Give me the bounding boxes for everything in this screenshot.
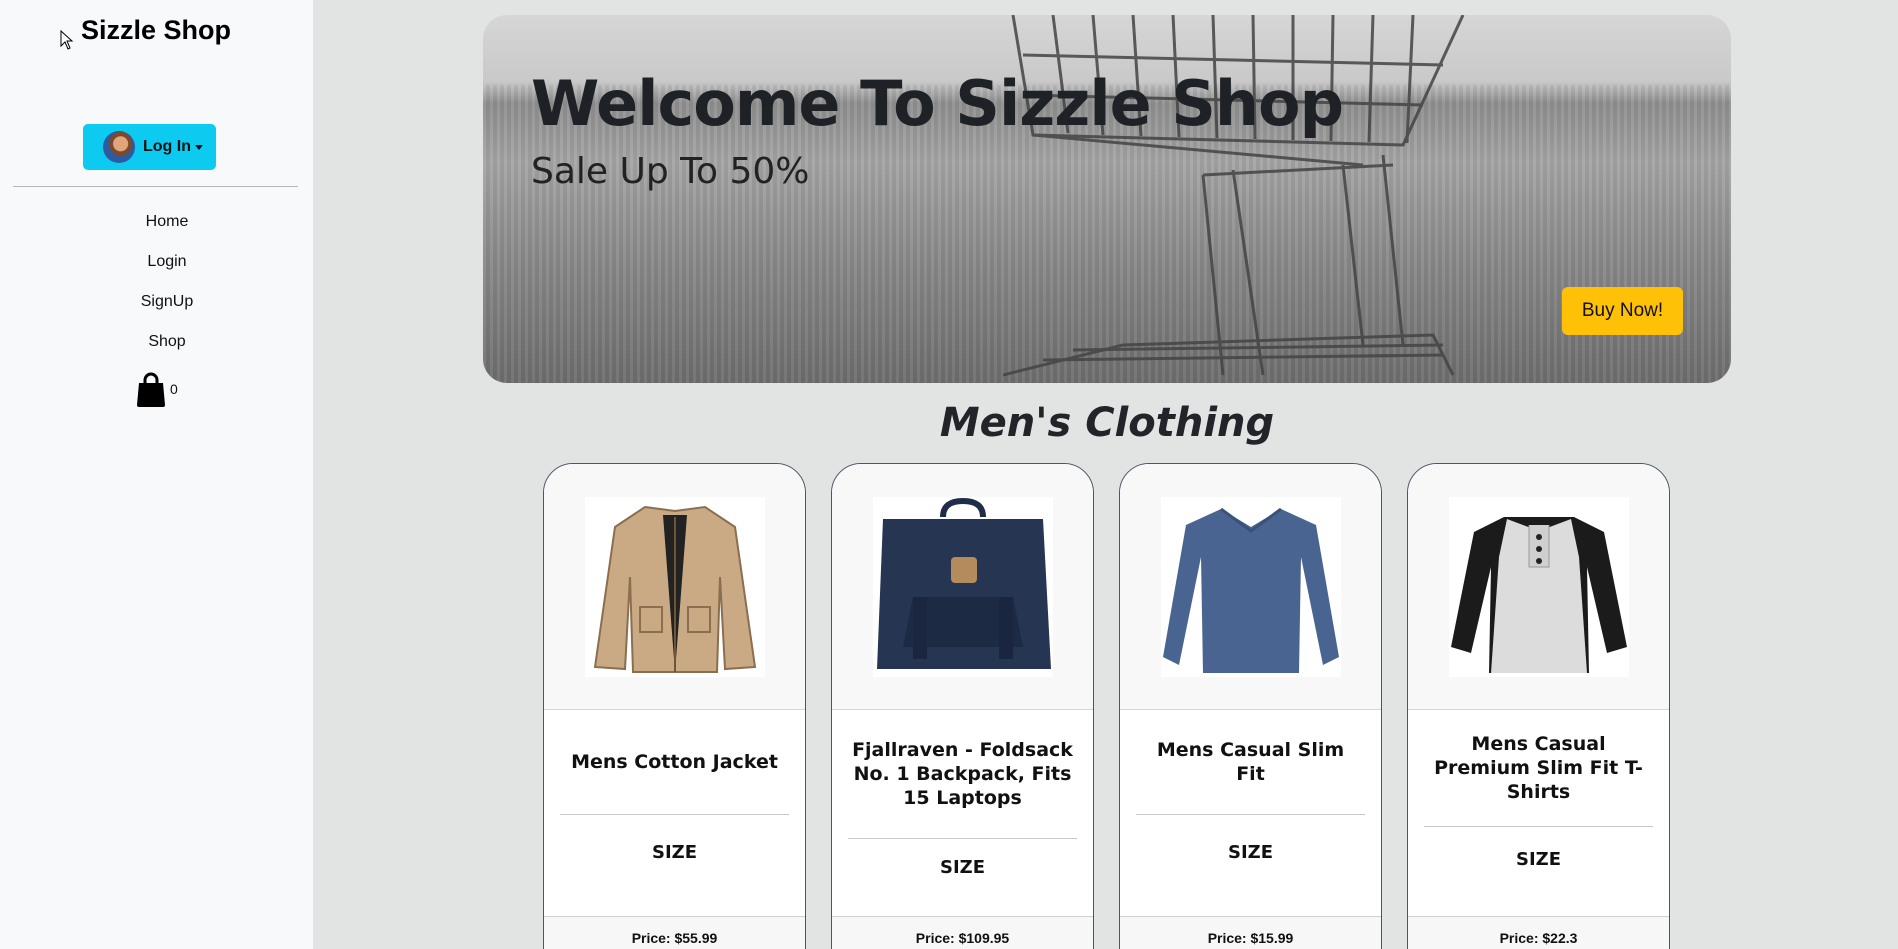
size-label: SIZE bbox=[1515, 849, 1561, 870]
product-image-area bbox=[1408, 464, 1669, 710]
hero-title: Welcome To Sizzle Shop bbox=[531, 67, 1344, 140]
product-image[interactable] bbox=[584, 496, 765, 677]
product-image-area bbox=[544, 464, 805, 710]
buy-now-button[interactable]: Buy Now! bbox=[1562, 287, 1683, 335]
card-footer: Price: $15.99 bbox=[1120, 916, 1381, 949]
size-label: SIZE bbox=[1227, 842, 1273, 863]
product-card[interactable]: Mens Casual Slim Fit SIZE Price: $15.99 bbox=[1119, 463, 1382, 949]
cart-link[interactable]: 0 bbox=[135, 371, 178, 407]
product-title: Fjallraven - Foldsack No. 1 Backpack, Fi… bbox=[852, 739, 1073, 809]
product-card[interactable]: Mens Casual Premium Slim Fit T-Shirts SI… bbox=[1407, 463, 1670, 949]
sidebar: Sizzle Shop Log In Home Login SignUp Sho… bbox=[0, 0, 314, 949]
shopping-bag-icon bbox=[137, 372, 165, 407]
product-image[interactable] bbox=[1160, 496, 1341, 677]
size-label: SIZE bbox=[939, 857, 985, 878]
section-title: Men's Clothing bbox=[939, 400, 1275, 446]
product-price: Price: $15.99 bbox=[1207, 930, 1294, 946]
card-footer: Price: $22.3 bbox=[1408, 916, 1669, 949]
card-footer: Price: $109.95 bbox=[832, 916, 1093, 949]
card-divider bbox=[1136, 814, 1365, 815]
product-image[interactable] bbox=[1448, 496, 1629, 677]
product-image[interactable] bbox=[872, 496, 1053, 677]
login-dropdown-button[interactable]: Log In bbox=[83, 124, 216, 170]
caret-down-icon bbox=[194, 144, 203, 150]
product-price: Price: $22.3 bbox=[1499, 930, 1578, 946]
nav-home[interactable]: Home bbox=[0, 213, 334, 231]
avatar bbox=[103, 131, 135, 163]
brand-title[interactable]: Sizzle Shop bbox=[81, 15, 231, 46]
product-title: Mens Casual Premium Slim Fit T-Shirts bbox=[1434, 733, 1643, 803]
product-card[interactable]: Mens Cotton Jacket SIZE Price: $55.99 bbox=[543, 463, 806, 949]
card-divider bbox=[848, 838, 1077, 839]
hero-banner: Welcome To Sizzle Shop Sale Up To 50% Bu… bbox=[483, 15, 1731, 383]
product-image-area bbox=[1120, 464, 1381, 710]
card-footer: Price: $55.99 bbox=[544, 916, 805, 949]
nav-signup[interactable]: SignUp bbox=[0, 293, 334, 311]
login-label: Log In bbox=[143, 138, 191, 155]
product-card[interactable]: Fjallraven - Foldsack No. 1 Backpack, Fi… bbox=[831, 463, 1094, 949]
product-image-area bbox=[832, 464, 1093, 710]
card-divider bbox=[560, 814, 789, 815]
hero-subtitle: Sale Up To 50% bbox=[531, 151, 810, 192]
cart-count: 0 bbox=[170, 381, 178, 397]
product-title: Mens Cotton Jacket bbox=[571, 751, 778, 773]
size-label: SIZE bbox=[651, 842, 697, 863]
product-price: Price: $55.99 bbox=[631, 930, 718, 946]
sidebar-divider bbox=[13, 186, 298, 187]
mouse-cursor-icon bbox=[60, 30, 74, 50]
product-title: Mens Casual Slim Fit bbox=[1156, 739, 1345, 785]
card-divider bbox=[1424, 826, 1653, 827]
nav-shop[interactable]: Shop bbox=[0, 333, 334, 351]
nav-login[interactable]: Login bbox=[0, 253, 334, 271]
product-price: Price: $109.95 bbox=[915, 930, 1010, 946]
